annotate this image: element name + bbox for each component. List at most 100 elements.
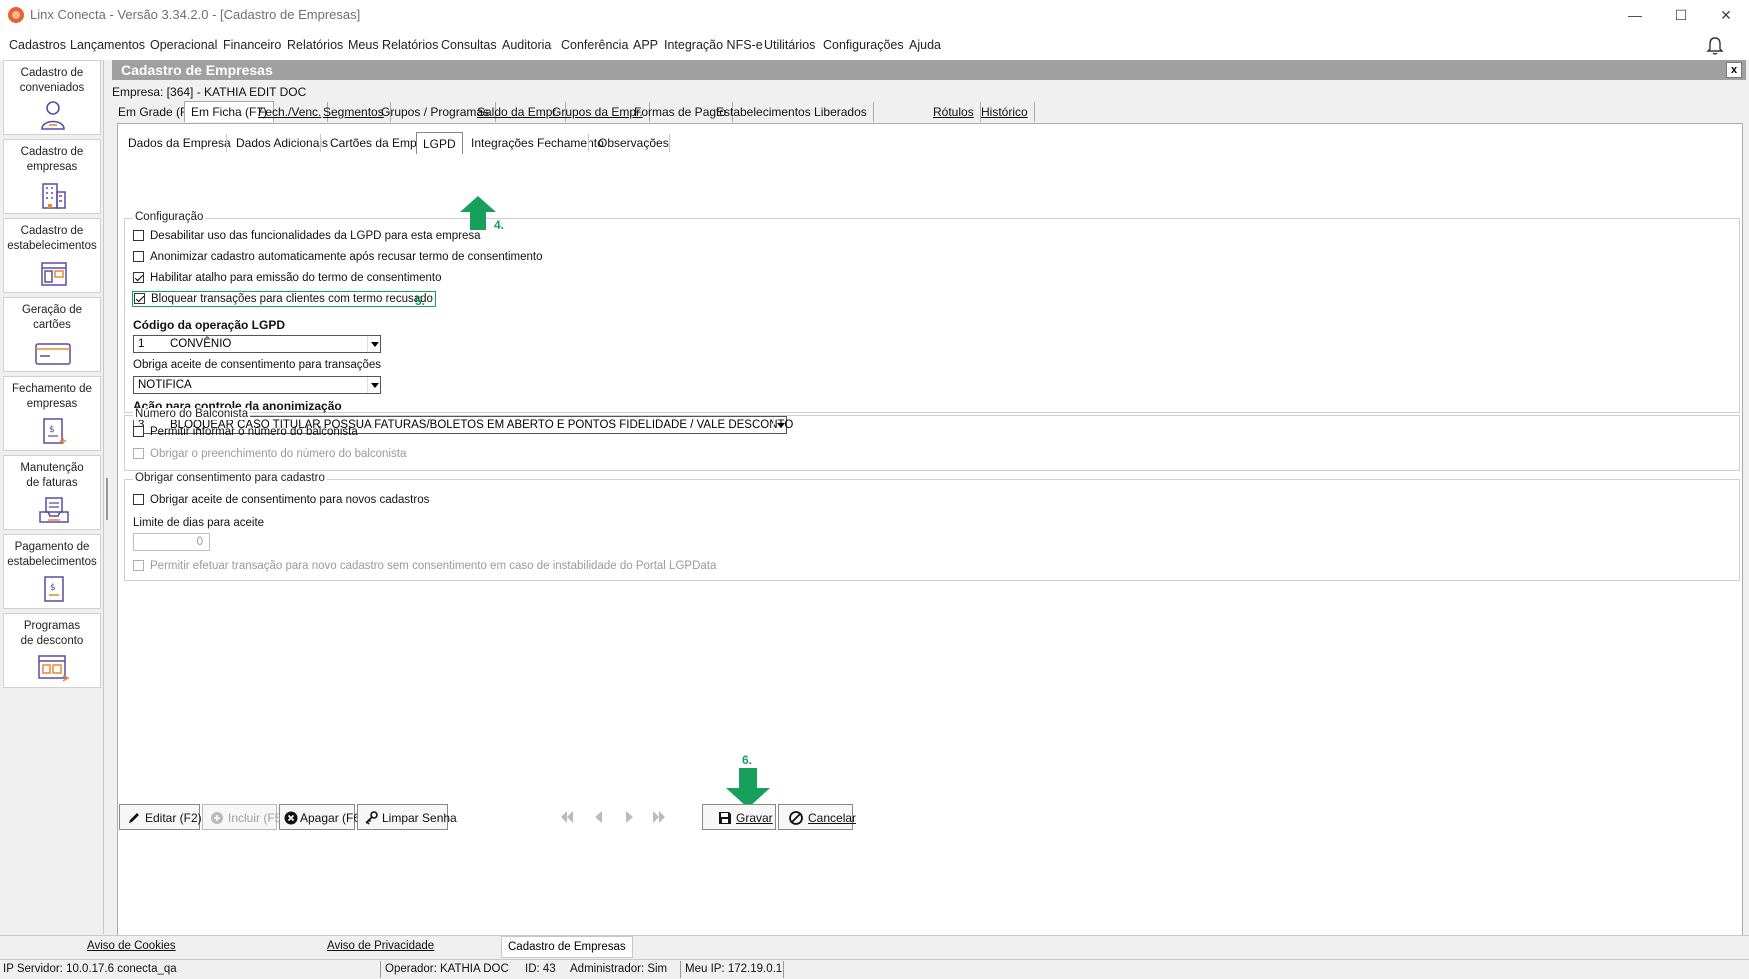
chevron-down-icon[interactable]: [367, 377, 380, 393]
codigo-num: 1: [138, 338, 145, 350]
menu-financeiro[interactable]: Financeiro: [223, 38, 281, 52]
apagar-button[interactable]: Apagar (F6): [279, 804, 364, 830]
next-record-icon[interactable]: [622, 811, 636, 823]
checkbox-disabled: [133, 560, 144, 571]
menu-utilitarios[interactable]: Utilitários: [764, 38, 815, 52]
tab-estabelecimentos-liberados[interactable]: Estabelecimentos Liberados: [710, 102, 874, 122]
maximize-button[interactable]: ☐: [1658, 0, 1704, 30]
incluir-button: Incluir (F5): [202, 804, 285, 830]
button-label: Gravar: [736, 811, 773, 825]
menu-conferencia[interactable]: Conferência: [561, 38, 628, 52]
tab-historico[interactable]: Histórico: [975, 102, 1035, 122]
codigo-value: CONVÊNIO: [170, 338, 232, 350]
checkbox[interactable]: [133, 251, 144, 262]
limite-dias-label: Limite de dias para aceite: [133, 517, 265, 529]
check-label: Anonimizar cadastro automaticamente após…: [150, 251, 543, 263]
sidebar-item-pagamento[interactable]: Pagamento de estabelecimentos $: [3, 534, 101, 609]
splitter-handle[interactable]: [106, 478, 108, 520]
sidebar-item-label: Cadastro de conveniados: [19, 67, 85, 94]
sidebar-item-cartoes[interactable]: Geração de cartões: [3, 297, 101, 372]
privacidade-link[interactable]: Aviso de Privacidade: [327, 940, 434, 952]
check-anonimizar[interactable]: Anonimizar cadastro automaticamente após…: [133, 251, 542, 263]
chevron-down-icon[interactable]: [367, 336, 380, 352]
config-group-title: Configuração: [133, 211, 206, 223]
checkbox[interactable]: [133, 230, 144, 241]
menu-relatorios[interactable]: Relatórios: [287, 38, 343, 52]
check-obrigar-aceite-novos[interactable]: Obrigar aceite de consentimento para nov…: [133, 494, 429, 506]
menu-auditoria[interactable]: Auditoria: [502, 38, 551, 52]
last-record-icon[interactable]: [652, 811, 666, 823]
status-id: ID: 43: [525, 963, 556, 975]
menu-operacional[interactable]: Operacional: [150, 38, 217, 52]
gravar-button[interactable]: Gravar: [702, 804, 776, 830]
cancelar-button[interactable]: Cancelar: [778, 804, 857, 830]
codigo-operacao-label: Código da operação LGPD: [133, 318, 286, 332]
menu-cadastros[interactable]: Cadastros: [9, 38, 66, 52]
checkbox[interactable]: [133, 494, 144, 505]
sidebar: Cadastro de conveniados Cadastro de empr…: [0, 60, 104, 934]
first-record-icon[interactable]: [560, 811, 574, 823]
check-label: Bloquear transações para clientes com te…: [151, 293, 433, 305]
button-label: Editar (F2): [145, 811, 202, 825]
cookies-link[interactable]: Aviso de Cookies: [87, 940, 176, 952]
tab-rotulos[interactable]: Rótulos: [927, 102, 981, 122]
consentimento-group: Obrigar consentimento para cadastro Obri…: [124, 472, 1740, 581]
checkbox[interactable]: [133, 426, 144, 437]
sidebar-item-empresas[interactable]: Cadastro de empresas: [3, 139, 101, 214]
button-label: Cancelar: [808, 811, 857, 825]
plus-circle-icon: [211, 812, 223, 824]
check-habilitar-atalho[interactable]: Habilitar atalho para emissão do termo d…: [133, 272, 442, 284]
checkbox-checked[interactable]: [134, 293, 145, 304]
sidebar-item-estabelecimentos[interactable]: Cadastro de estabelecimentos: [3, 218, 101, 293]
status-admin: Administrador: Sim: [570, 963, 668, 975]
menu-ajuda[interactable]: Ajuda: [909, 38, 941, 52]
close-form-button[interactable]: x: [1726, 62, 1742, 78]
previous-record-icon[interactable]: [592, 811, 606, 823]
menu-consultas[interactable]: Consultas: [441, 38, 497, 52]
app-logo-icon: [8, 7, 24, 23]
check-desabilitar-lgpd[interactable]: Desabilitar uso das funcionalidades da L…: [133, 230, 481, 242]
limpar-senha-button[interactable]: Limpar Senha: [357, 804, 457, 830]
editar-button[interactable]: Editar (F2): [119, 804, 202, 830]
sidebar-item-label: Manutenção de faturas: [20, 462, 84, 489]
check-bloquear-transacoes[interactable]: Bloquear transações para clientes com te…: [132, 291, 436, 307]
sidebar-item-label: Cadastro de estabelecimentos: [7, 225, 97, 252]
sidebar-item-programas[interactable]: Programas de desconto: [3, 613, 101, 688]
checkbox-checked[interactable]: [133, 272, 144, 283]
button-label: Limpar Senha: [382, 811, 457, 825]
obriga-aceite-select[interactable]: NOTIFICA: [133, 376, 381, 394]
menu-integracao-nfse[interactable]: Integração NFS-e: [664, 38, 763, 52]
subtab-observacoes[interactable]: Observações: [588, 132, 679, 154]
close-window-button[interactable]: ✕: [1703, 0, 1749, 30]
arrow-down-icon: [726, 768, 770, 808]
check-permitir-sem-consentimento: Permitir efetuar transação para novo cad…: [133, 560, 716, 572]
status-operador: Operador: KATHIA DOC: [385, 963, 509, 975]
codigo-operacao-select[interactable]: 1 CONVÊNIO: [133, 335, 381, 353]
window-tab-cadastro-empresas[interactable]: Cadastro de Empresas: [501, 936, 633, 958]
sidebar-item-conveniados[interactable]: Cadastro de conveniados: [3, 60, 101, 135]
card-icon: [35, 343, 71, 365]
menu-lancamentos[interactable]: Lançamentos: [70, 38, 145, 52]
limite-dias-input: 0: [133, 533, 210, 551]
status-ip-servidor: IP Servidor: 10.0.17.6 conecta_qa: [3, 963, 177, 975]
balconista-group: Número do Balconista Permitir informar o…: [124, 408, 1740, 471]
checkbox-disabled: [133, 448, 144, 459]
check-label: Desabilitar uso das funcionalidades da L…: [150, 230, 481, 242]
subtab-dados-empresa[interactable]: Dados da Empresa: [118, 132, 241, 154]
user-icon: [41, 101, 65, 130]
check-obrigar-balconista: Obrigar o preenchimento do número do bal…: [133, 448, 406, 460]
check-label: Permitir informar o número do balconista: [150, 426, 358, 438]
consentimento-group-title: Obrigar consentimento para cadastro: [133, 472, 327, 484]
status-meu-ip: Meu IP: 172.19.0.1: [685, 963, 783, 975]
menu-app[interactable]: APP: [633, 38, 658, 52]
sidebar-item-fechamento[interactable]: Fechamento de empresas $: [3, 376, 101, 451]
menu-meus-relatorios[interactable]: Meus Relatórios: [348, 38, 438, 52]
bell-icon[interactable]: [1706, 36, 1724, 56]
sidebar-item-faturas[interactable]: Manutenção de faturas: [3, 455, 101, 530]
menu-configuracoes[interactable]: Configurações: [823, 38, 904, 52]
check-permitir-balconista[interactable]: Permitir informar o número do balconista: [133, 426, 358, 438]
title-bar: Linx Conecta - Versão 3.34.2.0 - [Cadast…: [0, 0, 1749, 30]
menu-bar: Cadastros Lançamentos Operacional Financ…: [0, 30, 1749, 60]
minimize-button[interactable]: —: [1612, 0, 1658, 30]
subtab-lgpd[interactable]: LGPD: [416, 132, 463, 154]
